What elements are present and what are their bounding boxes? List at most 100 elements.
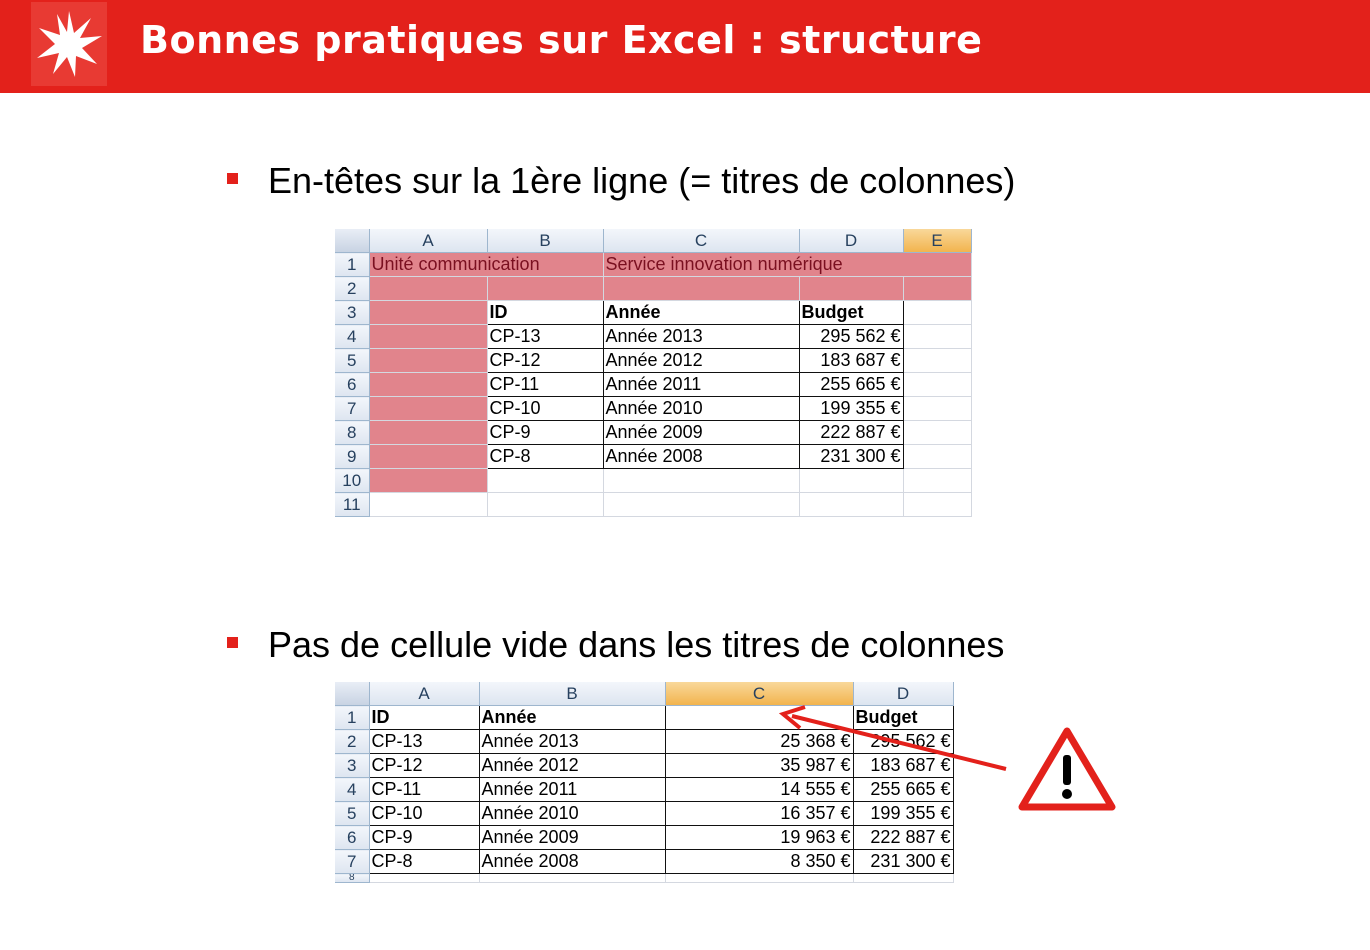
cell-budget[interactable]: 231 300 € (852, 849, 954, 874)
cell-budget[interactable]: 295 562 € (798, 324, 904, 349)
cell-annee[interactable]: Année 2008 (478, 849, 666, 874)
row-header[interactable]: 4 (335, 324, 370, 349)
cell-budget[interactable]: 255 665 € (852, 777, 954, 802)
cell-id[interactable]: CP-9 (368, 825, 480, 850)
row-header[interactable]: 5 (335, 801, 370, 826)
row-header[interactable]: 2 (335, 729, 370, 754)
cell[interactable] (487, 468, 604, 493)
cell[interactable] (603, 468, 800, 493)
cell[interactable] (369, 300, 488, 325)
cell[interactable] (903, 300, 972, 325)
cell-id[interactable]: CP-10 (368, 801, 480, 826)
row-header[interactable]: 7 (335, 849, 370, 874)
cell-id[interactable]: CP-11 (368, 777, 480, 802)
cell-id[interactable]: CP-9 (486, 420, 604, 445)
cell[interactable] (903, 420, 972, 445)
cell[interactable] (903, 372, 972, 397)
cell-value[interactable]: 19 963 € (664, 825, 854, 850)
cell-annee[interactable]: Année 2013 (478, 729, 666, 754)
cell[interactable] (603, 492, 800, 517)
select-all-corner[interactable] (335, 229, 370, 253)
cell-value[interactable]: 14 555 € (664, 777, 854, 802)
row-header[interactable]: 6 (335, 825, 370, 850)
cell[interactable] (799, 276, 904, 301)
cell[interactable] (903, 276, 972, 301)
column-header-b[interactable]: B (487, 229, 604, 253)
row-header[interactable]: 2 (335, 276, 370, 301)
header-cell-id[interactable]: ID (368, 705, 480, 730)
header-cell-budget[interactable]: Budget (798, 300, 904, 325)
cell-id[interactable]: CP-13 (368, 729, 480, 754)
cell[interactable] (903, 444, 972, 469)
column-header-d[interactable]: D (853, 682, 954, 706)
cell-annee[interactable]: Année 2013 (602, 324, 800, 349)
cell-id[interactable]: CP-11 (486, 372, 604, 397)
column-header-d[interactable]: D (799, 229, 904, 253)
cell-unit-name[interactable]: Unité communication (369, 252, 604, 277)
row-header[interactable]: 4 (335, 777, 370, 802)
cell[interactable] (903, 492, 972, 517)
cell[interactable] (487, 276, 604, 301)
header-cell-annee[interactable]: Année (602, 300, 800, 325)
header-cell-empty[interactable] (664, 705, 854, 730)
cell-budget[interactable]: 231 300 € (798, 444, 904, 469)
cell-id[interactable]: CP-12 (486, 348, 604, 373)
column-header-c[interactable]: C (603, 229, 800, 253)
cell-annee[interactable]: Année 2009 (478, 825, 666, 850)
cell-budget[interactable]: 199 355 € (852, 801, 954, 826)
row-header[interactable]: 1 (335, 705, 370, 730)
header-cell-id[interactable]: ID (486, 300, 604, 325)
cell-annee[interactable]: Année 2010 (478, 801, 666, 826)
cell-id[interactable]: CP-12 (368, 753, 480, 778)
header-cell-budget[interactable]: Budget (852, 705, 954, 730)
cell[interactable] (903, 396, 972, 421)
column-header-c[interactable]: C (665, 682, 854, 706)
cell[interactable] (903, 468, 972, 493)
cell[interactable] (369, 468, 488, 493)
cell-id[interactable]: CP-13 (486, 324, 604, 349)
cell-id[interactable]: CP-8 (486, 444, 604, 469)
column-header-a[interactable]: A (369, 682, 480, 706)
cell-value[interactable]: 25 368 € (664, 729, 854, 754)
row-header[interactable]: 3 (335, 753, 370, 778)
cell[interactable] (665, 873, 854, 883)
cell[interactable] (369, 492, 488, 517)
cell-service-name[interactable]: Service innovation numérique (603, 252, 972, 277)
cell[interactable] (479, 873, 666, 883)
cell[interactable] (799, 492, 904, 517)
cell-id[interactable]: CP-8 (368, 849, 480, 874)
cell-budget[interactable]: 183 687 € (798, 348, 904, 373)
row-header[interactable]: 8 (335, 420, 370, 445)
cell-annee[interactable]: Année 2009 (602, 420, 800, 445)
cell[interactable] (369, 372, 488, 397)
row-header[interactable]: 7 (335, 396, 370, 421)
cell-budget[interactable]: 255 665 € (798, 372, 904, 397)
cell[interactable] (799, 468, 904, 493)
row-header[interactable]: 3 (335, 300, 370, 325)
cell[interactable] (369, 324, 488, 349)
cell[interactable] (903, 324, 972, 349)
cell[interactable] (369, 396, 488, 421)
cell[interactable] (369, 444, 488, 469)
cell-annee[interactable]: Année 2011 (602, 372, 800, 397)
column-header-b[interactable]: B (479, 682, 666, 706)
cell[interactable] (369, 276, 488, 301)
cell[interactable] (369, 420, 488, 445)
cell-value[interactable]: 35 987 € (664, 753, 854, 778)
row-header[interactable]: 1 (335, 252, 370, 277)
cell[interactable] (369, 348, 488, 373)
cell-annee[interactable]: Année 2012 (602, 348, 800, 373)
row-header[interactable]: 5 (335, 348, 370, 373)
cell-budget[interactable]: 199 355 € (798, 396, 904, 421)
cell-id[interactable]: CP-10 (486, 396, 604, 421)
cell-budget[interactable]: 222 887 € (852, 825, 954, 850)
cell[interactable] (853, 873, 954, 883)
cell[interactable] (487, 492, 604, 517)
header-cell-annee[interactable]: Année (478, 705, 666, 730)
cell[interactable] (369, 873, 480, 883)
cell-budget[interactable]: 222 887 € (798, 420, 904, 445)
row-header[interactable]: 9 (335, 444, 370, 469)
row-header[interactable]: 11 (335, 492, 370, 517)
cell[interactable] (903, 348, 972, 373)
select-all-corner[interactable] (335, 682, 370, 706)
